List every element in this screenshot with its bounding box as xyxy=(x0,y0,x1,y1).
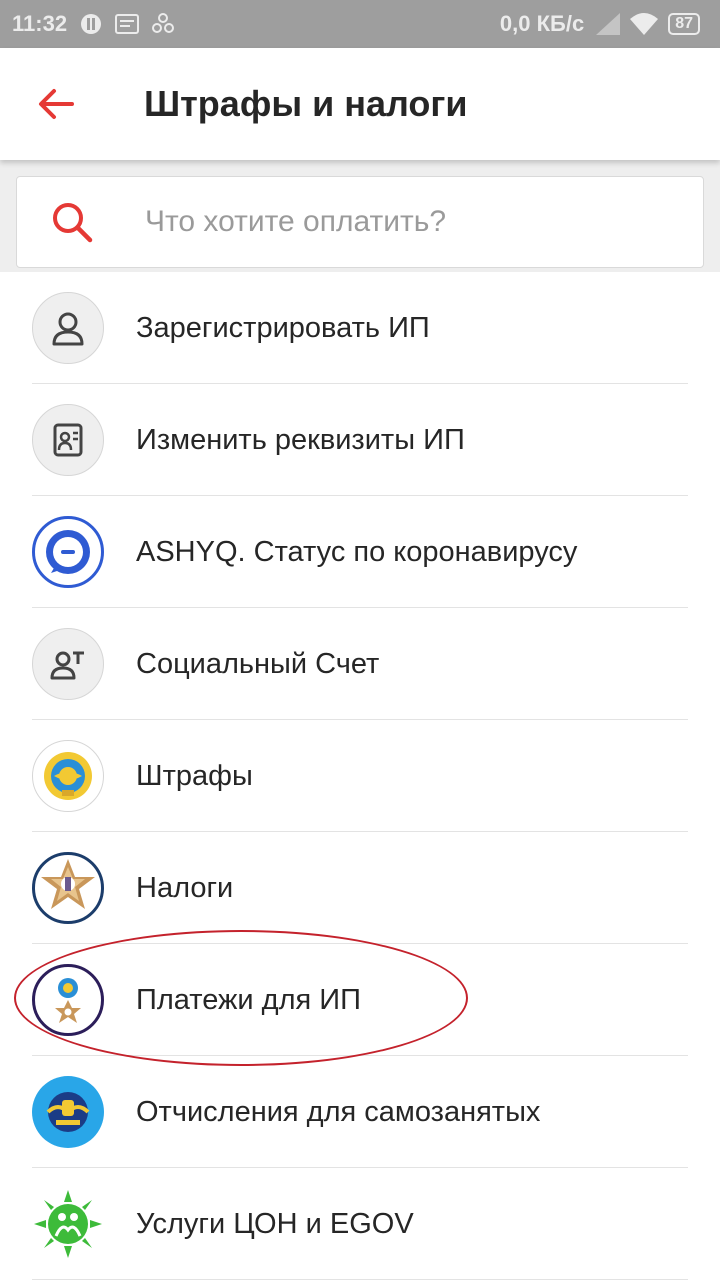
tax-emblem-icon xyxy=(32,852,104,924)
network-speed: 0,0 КБ/с xyxy=(499,11,585,36)
services-list: Зарегистрировать ИП Изменить реквизиты И… xyxy=(0,272,720,1280)
person-lines-icon xyxy=(32,628,104,700)
search-box[interactable] xyxy=(16,176,704,268)
document-person-icon xyxy=(32,404,104,476)
list-item-label: Платежи для ИП xyxy=(136,983,361,1016)
list-item-taxes[interactable]: Налоги xyxy=(0,832,720,944)
combined-emblem-icon xyxy=(32,964,104,1036)
search-input[interactable] xyxy=(145,205,625,239)
list-item-ashyq-status[interactable]: ASHYQ. Статус по коронавирусу xyxy=(0,496,720,608)
list-item-label: Штрафы xyxy=(136,759,253,792)
fan-notification-icon xyxy=(151,12,175,36)
emblem-icon xyxy=(32,740,104,812)
list-item-label: Социальный Счет xyxy=(136,647,380,680)
status-right: 0,0 КБ/с 87 xyxy=(500,11,700,37)
message-notification-icon xyxy=(115,14,140,34)
list-item-label: Зарегистрировать ИП xyxy=(136,311,430,344)
ashyq-chat-icon xyxy=(32,516,104,588)
status-left: 11:32 xyxy=(12,11,175,37)
list-item-label: Изменить реквизиты ИП xyxy=(136,423,465,456)
wifi-icon xyxy=(630,13,659,35)
page-title: Штрафы и налоги xyxy=(144,83,468,124)
app-notification-icon xyxy=(79,12,103,36)
status-bar: 11:32 0,0 КБ/с 87 xyxy=(0,0,720,48)
list-item-label: Налоги xyxy=(136,871,234,904)
list-item-label: ASHYQ. Статус по коронавирусу xyxy=(136,535,578,568)
status-time: 11:32 xyxy=(12,11,68,36)
list-item-change-ip-details[interactable]: Изменить реквизиты ИП xyxy=(0,384,720,496)
person-icon xyxy=(32,292,104,364)
signal-icon xyxy=(594,13,621,35)
list-item-self-employed-contributions[interactable]: Отчисления для самозанятых xyxy=(0,1056,720,1168)
green-sun-icon xyxy=(32,1188,104,1260)
blue-emblem-icon xyxy=(32,1076,104,1148)
list-item-register-ip[interactable]: Зарегистрировать ИП xyxy=(0,272,720,384)
search-icon xyxy=(51,201,101,243)
back-button[interactable] xyxy=(16,64,96,144)
list-item-con-egov-services[interactable]: Услуги ЦОН и EGOV xyxy=(0,1168,720,1280)
list-item-fines[interactable]: Штрафы xyxy=(0,720,720,832)
list-item-social-account[interactable]: Социальный Счет xyxy=(0,608,720,720)
list-item-label: Услуги ЦОН и EGOV xyxy=(136,1207,414,1240)
back-arrow-icon xyxy=(39,89,74,119)
list-item-label: Отчисления для самозанятых xyxy=(136,1095,541,1128)
list-item-ip-payments[interactable]: Платежи для ИП xyxy=(0,944,720,1056)
battery-indicator: 87 xyxy=(668,13,700,35)
app-bar: Штрафы и налоги xyxy=(0,48,720,160)
search-section xyxy=(0,160,720,284)
